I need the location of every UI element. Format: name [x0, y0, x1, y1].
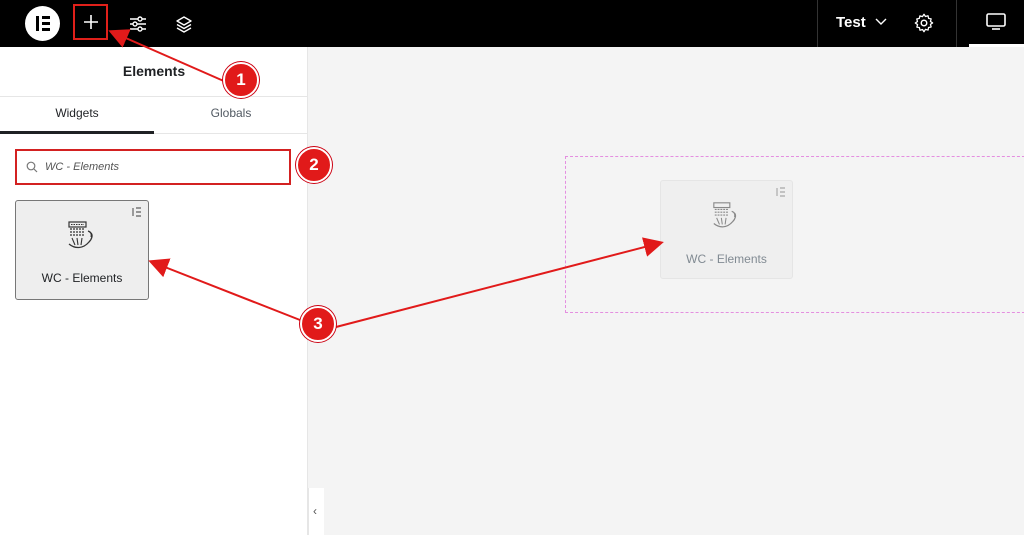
elementor-logo-icon[interactable] — [25, 6, 60, 41]
divider — [956, 0, 957, 47]
panel-tabs: Widgets Globals — [0, 96, 308, 134]
add-element-button[interactable] — [73, 4, 108, 40]
search-input[interactable] — [45, 158, 280, 176]
document-title[interactable]: Test — [836, 14, 866, 31]
widget-label: WC - Elements — [686, 252, 767, 266]
dragged-widget-preview: WC - Elements — [660, 180, 793, 279]
structure-button[interactable] — [166, 6, 201, 41]
wc-elements-icon — [68, 221, 93, 249]
layers-icon — [175, 15, 192, 33]
search-icon — [26, 161, 38, 173]
chevron-left-icon: ‹ — [313, 504, 317, 518]
gear-icon[interactable] — [913, 12, 935, 34]
sliders-icon — [129, 15, 146, 32]
drop-zone[interactable] — [565, 156, 1024, 313]
panel-title: Elements — [122, 63, 186, 79]
chevron-down-icon[interactable] — [874, 14, 888, 28]
tab-globals[interactable]: Globals — [154, 97, 308, 134]
widget-label: WC - Elements — [41, 271, 123, 285]
monitor-icon[interactable] — [985, 12, 1007, 32]
plus-icon — [83, 15, 98, 29]
elements-panel: Elements Widgets Globals WC - Elements — [0, 47, 308, 535]
pro-badge-icon — [132, 207, 141, 217]
active-device-indicator — [969, 44, 1024, 47]
annotation-marker-2: 2 — [296, 147, 332, 183]
tab-widgets[interactable]: Widgets — [0, 97, 154, 134]
divider — [817, 0, 818, 47]
top-bar: Test — [0, 0, 1024, 47]
annotation-marker-3: 3 — [300, 306, 336, 342]
widget-wc-elements[interactable]: WC - Elements — [15, 200, 149, 300]
wc-elements-icon — [713, 202, 737, 228]
annotation-marker-1: 1 — [223, 62, 259, 98]
collapse-panel-button[interactable]: ‹ — [308, 488, 324, 535]
site-settings-button[interactable] — [120, 6, 155, 41]
pro-badge-icon — [776, 187, 785, 197]
search-box[interactable] — [15, 149, 291, 185]
